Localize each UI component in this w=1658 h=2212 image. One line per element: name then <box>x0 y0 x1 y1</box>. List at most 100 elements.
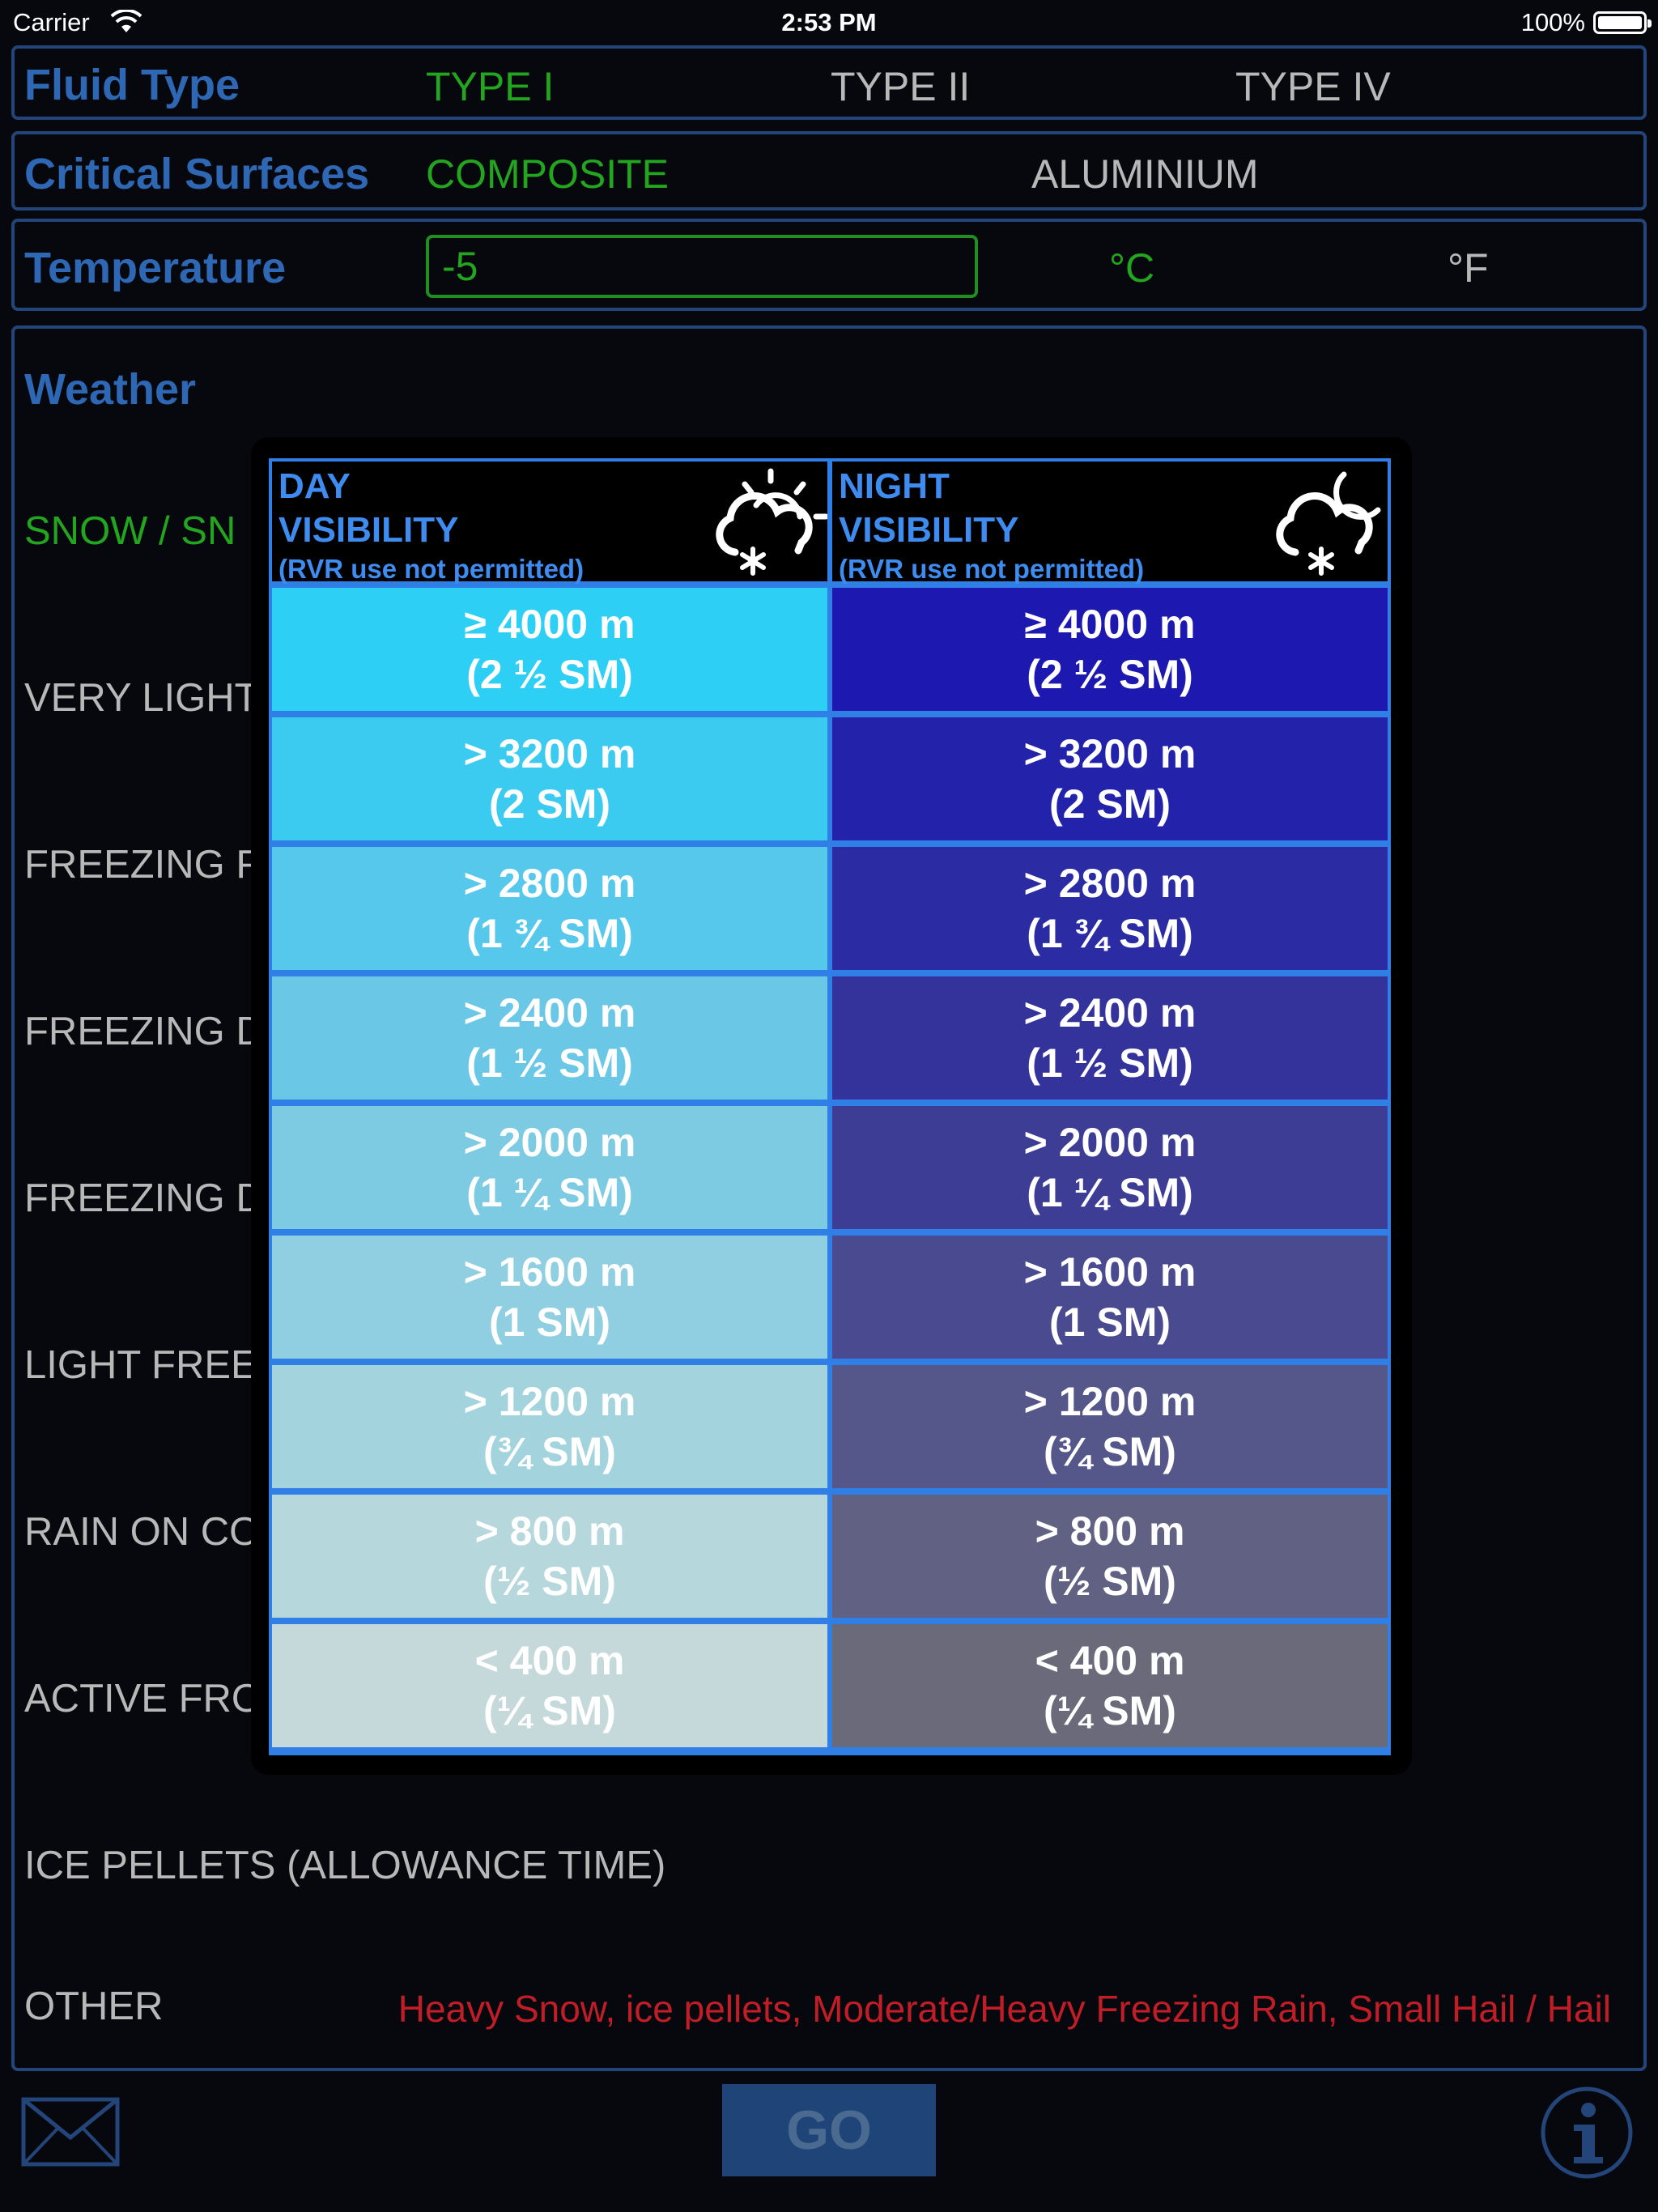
night-row-2: > 3200 m (2 SM) <box>832 717 1388 840</box>
fluid-type-option-4[interactable]: TYPE IV <box>1235 63 1391 110</box>
day-row-7: > 1200 m (¾ SM) <box>272 1365 827 1488</box>
day-row-1: ≥ 4000 m (2 ½ SM) <box>272 588 827 711</box>
weather-item-freezing-fog[interactable]: FREEZING F <box>24 842 260 887</box>
day-row-8-miles: (½ SM) <box>483 1559 616 1604</box>
weather-item-light-freezing-rain[interactable]: LIGHT FREE <box>24 1342 257 1388</box>
temperature-title: Temperature <box>24 244 287 292</box>
day-row-9: < 400 m (¼ SM) <box>272 1624 827 1747</box>
night-row-3: > 2800 m (1 ¾ SM) <box>832 847 1388 970</box>
night-row-6: > 1600 m (1 SM) <box>832 1236 1388 1359</box>
visibility-popup: DAY VISIBILITY (RVR use not permitted) ≥… <box>251 437 1412 1775</box>
temperature-row: Temperature °C °F <box>11 219 1647 311</box>
night-row-8-metres: > 800 m <box>1035 1508 1185 1554</box>
temperature-input[interactable] <box>426 235 978 298</box>
day-row-3: > 2800 m (1 ¾ SM) <box>272 847 827 970</box>
day-header-note: (RVR use not permitted) <box>278 554 585 584</box>
day-row-6: > 1600 m (1 SM) <box>272 1236 827 1359</box>
night-row-7-metres: > 1200 m <box>1023 1379 1197 1424</box>
other-weather-note: Heavy Snow, ice pellets, Moderate/Heavy … <box>397 1988 1611 2030</box>
day-row-4: > 2400 m (1 ½ SM) <box>272 976 827 1100</box>
surface-option-aluminium[interactable]: ALUMINIUM <box>1031 151 1259 198</box>
night-row-5: > 2000 m (1 ¼ SM) <box>832 1106 1388 1229</box>
critical-surfaces-row: Critical Surfaces COMPOSITE ALUMINIUM <box>11 131 1647 211</box>
night-row-1-metres: ≥ 4000 m <box>1024 602 1196 647</box>
night-header-note: (RVR use not permitted) <box>839 554 1145 584</box>
night-row-3-metres: > 2800 m <box>1023 861 1197 906</box>
day-row-1-metres: ≥ 4000 m <box>464 602 636 647</box>
fluid-type-row: Fluid Type TYPE I TYPE II TYPE IV <box>11 45 1647 120</box>
battery-icon <box>1593 11 1652 34</box>
unit-celsius[interactable]: °C <box>1109 245 1154 291</box>
go-button[interactable]: GO <box>722 2084 936 2176</box>
weather-item-active-frost[interactable]: ACTIVE FRO <box>24 1676 262 1721</box>
night-row-2-metres: > 3200 m <box>1023 731 1197 776</box>
night-row-9-miles: (¼ SM) <box>1044 1688 1176 1733</box>
day-row-2: > 3200 m (2 SM) <box>272 717 827 840</box>
day-row-7-metres: > 1200 m <box>463 1379 636 1424</box>
day-row-8: > 800 m (½ SM) <box>272 1495 827 1618</box>
night-row-7-miles: (¾ SM) <box>1044 1429 1176 1474</box>
night-row-5-miles: (1 ¼ SM) <box>1027 1170 1193 1215</box>
weather-item-freezing-drizzle-2[interactable]: FREEZING D <box>24 1176 265 1221</box>
day-row-8-metres: > 800 m <box>474 1508 625 1554</box>
night-row-9: < 400 m (¼ SM) <box>832 1624 1388 1747</box>
critical-surfaces-title: Critical Surfaces <box>24 150 370 198</box>
unit-fahrenheit[interactable]: °F <box>1448 245 1489 291</box>
day-row-2-metres: > 3200 m <box>463 731 636 776</box>
night-header-subtitle: VISIBILITY <box>839 510 1019 550</box>
status-bar: Carrier 2:53 PM 100% <box>0 0 1658 45</box>
surface-option-composite[interactable]: COMPOSITE <box>426 151 669 198</box>
weather-item-other[interactable]: OTHER <box>24 1984 164 2029</box>
night-row-4: > 2400 m (1 ½ SM) <box>832 976 1388 1100</box>
day-header-title: DAY <box>278 466 351 506</box>
night-row-8: > 800 m (½ SM) <box>832 1495 1388 1618</box>
day-row-5-metres: > 2000 m <box>463 1120 636 1165</box>
day-row-9-metres: < 400 m <box>474 1638 625 1683</box>
day-header: DAY VISIBILITY (RVR use not permitted) <box>272 462 827 584</box>
night-row-2-miles: (2 SM) <box>1049 781 1171 827</box>
day-row-3-miles: (1 ¾ SM) <box>466 911 633 956</box>
fluid-type-option-2[interactable]: TYPE II <box>831 63 970 110</box>
night-row-4-metres: > 2400 m <box>1023 990 1197 1036</box>
night-row-3-miles: (1 ¾ SM) <box>1027 911 1193 956</box>
envelope-icon[interactable] <box>21 2097 120 2167</box>
day-row-1-miles: (2 ½ SM) <box>466 652 633 697</box>
night-header: NIGHT VISIBILITY (RVR use not permitted) <box>832 462 1388 584</box>
fluid-type-option-1[interactable]: TYPE I <box>426 63 554 110</box>
day-row-6-metres: > 1600 m <box>463 1249 636 1295</box>
weather-title: Weather <box>24 365 197 414</box>
day-row-7-miles: (¾ SM) <box>483 1429 616 1474</box>
weather-item-freezing-drizzle-1[interactable]: FREEZING D <box>24 1009 265 1054</box>
night-row-5-metres: > 2000 m <box>1023 1120 1197 1165</box>
night-row-1-miles: (2 ½ SM) <box>1027 652 1193 697</box>
day-row-3-metres: > 2800 m <box>463 861 636 906</box>
night-row-6-miles: (1 SM) <box>1049 1300 1171 1345</box>
day-row-2-miles: (2 SM) <box>489 781 610 827</box>
day-row-4-metres: > 2400 m <box>463 990 636 1036</box>
day-row-9-miles: (¼ SM) <box>483 1688 616 1733</box>
visibility-table: DAY VISIBILITY (RVR use not permitted) ≥… <box>269 458 1391 1755</box>
night-row-9-metres: < 400 m <box>1035 1638 1185 1683</box>
night-row-1: ≥ 4000 m (2 ½ SM) <box>832 588 1388 711</box>
night-row-8-miles: (½ SM) <box>1044 1559 1176 1604</box>
day-row-6-miles: (1 SM) <box>489 1300 610 1345</box>
night-row-6-metres: > 1600 m <box>1023 1249 1197 1295</box>
battery-percent: 100% <box>1520 8 1585 36</box>
night-row-4-miles: (1 ½ SM) <box>1027 1040 1193 1086</box>
day-row-4-miles: (1 ½ SM) <box>466 1040 633 1086</box>
clock: 2:53 PM <box>781 8 877 36</box>
night-header-title: NIGHT <box>839 466 950 506</box>
day-header-subtitle: VISIBILITY <box>278 510 459 550</box>
moon-cloud-snow-icon <box>1276 471 1381 576</box>
weather-item-ice-pellets[interactable]: ICE PELLETS (ALLOWANCE TIME) <box>24 1843 665 1888</box>
app-root: Carrier 2:53 PM 100% Fluid Type TYPE I T… <box>0 0 1658 2212</box>
weather-item-snow[interactable]: SNOW / SN <box>24 508 236 554</box>
sun-cloud-snow-icon <box>716 468 827 576</box>
fluid-type-title: Fluid Type <box>24 61 240 109</box>
day-row-5-miles: (1 ¼ SM) <box>466 1170 633 1215</box>
night-row-7: > 1200 m (¾ SM) <box>832 1365 1388 1488</box>
day-row-5: > 2000 m (1 ¼ SM) <box>272 1106 827 1229</box>
weather-item-rain-cold-soaked[interactable]: RAIN ON CO <box>24 1509 260 1555</box>
weather-item-very-light-snow[interactable]: VERY LIGHT <box>24 675 259 721</box>
info-circle-icon[interactable] <box>1540 2086 1634 2180</box>
